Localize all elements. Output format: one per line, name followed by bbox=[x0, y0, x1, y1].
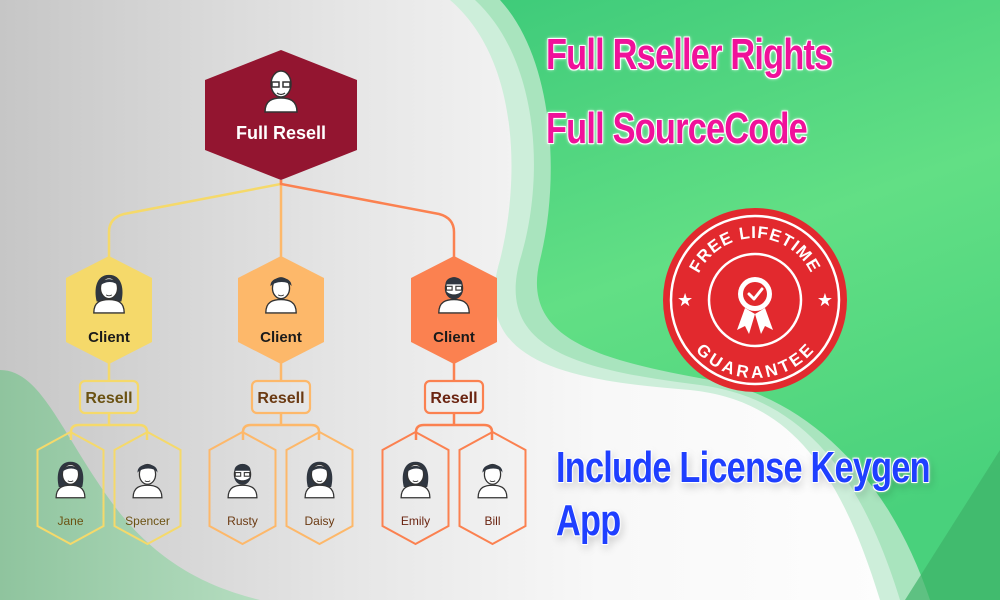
headline-include-license-keygen: Include License Keygen bbox=[556, 443, 931, 492]
client-label: Client bbox=[260, 329, 302, 346]
resell-box[interactable]: Resell bbox=[423, 379, 485, 415]
child-name-label: Rusty bbox=[227, 514, 258, 528]
headline-app: App bbox=[556, 496, 621, 545]
child-name-label: Bill bbox=[484, 514, 500, 528]
client-node[interactable]: Client bbox=[411, 256, 497, 364]
child-name-label: Emily bbox=[401, 514, 430, 528]
woman-avatar-icon bbox=[304, 461, 335, 499]
root-label: Full Resell bbox=[236, 123, 326, 143]
resell-box[interactable]: Resell bbox=[250, 379, 312, 415]
resell-label: Resell bbox=[257, 390, 304, 407]
star-left-icon: ★ bbox=[677, 290, 693, 310]
child-name-label: Jane bbox=[57, 514, 83, 528]
headline-full-source-code: Full SourceCode bbox=[546, 104, 808, 153]
star-right-icon: ★ bbox=[817, 290, 833, 310]
client-node[interactable]: Client bbox=[238, 256, 324, 364]
client-label: Client bbox=[433, 329, 475, 346]
free-lifetime-guarantee-badge: FREE LIFETIME GUARANTEE ★ ★ bbox=[663, 208, 847, 392]
resell-label: Resell bbox=[430, 390, 477, 407]
woman-avatar-icon bbox=[400, 461, 431, 499]
banner-canvas: Full Resell Client Resell Jane Spencer Clien… bbox=[0, 0, 1000, 600]
client-label: Client bbox=[88, 329, 130, 346]
resell-label: Resell bbox=[85, 390, 132, 407]
headline-full-reseller-rights: Full Rseller Rights bbox=[546, 30, 833, 79]
woman-avatar-icon bbox=[93, 274, 125, 314]
woman-avatar-icon bbox=[55, 461, 86, 499]
resell-box[interactable]: Resell bbox=[78, 379, 140, 415]
child-name-label: Daisy bbox=[304, 514, 334, 528]
child-name-label: Spencer bbox=[125, 514, 170, 528]
client-node[interactable]: Client bbox=[66, 256, 152, 364]
